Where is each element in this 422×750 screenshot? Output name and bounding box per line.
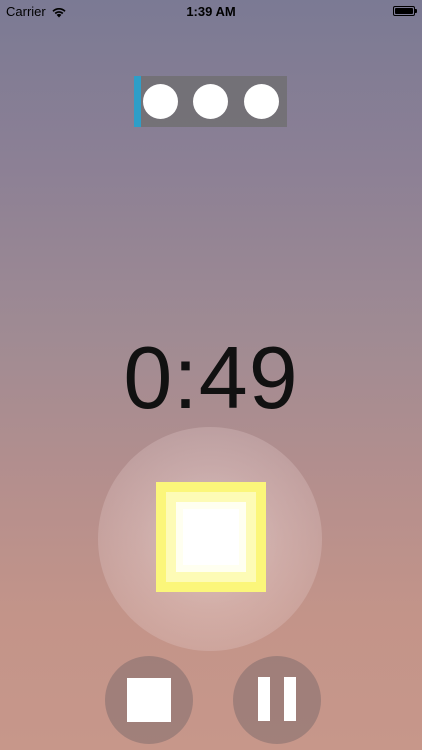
timer-display: 0:49 <box>123 328 299 427</box>
battery-fill <box>395 8 413 14</box>
status-bar: Carrier 1:39 AM <box>0 0 422 22</box>
battery-nub <box>415 9 417 13</box>
battery-icon <box>393 6 417 16</box>
glow-core <box>183 509 239 565</box>
round-indicator <box>134 76 287 127</box>
pause-icon <box>258 677 296 721</box>
pause-bar <box>258 677 270 721</box>
stop-icon <box>127 678 171 722</box>
round-dot <box>143 84 178 119</box>
status-time: 1:39 AM <box>186 4 236 19</box>
glowing-square-icon <box>156 482 266 592</box>
round-dot <box>244 84 279 119</box>
round-dot <box>193 84 228 119</box>
pause-bar <box>284 677 296 721</box>
pause-button[interactable] <box>233 656 321 744</box>
round-indicator-accent <box>134 76 141 127</box>
stop-button[interactable] <box>105 656 193 744</box>
main-control-button[interactable] <box>98 427 322 651</box>
